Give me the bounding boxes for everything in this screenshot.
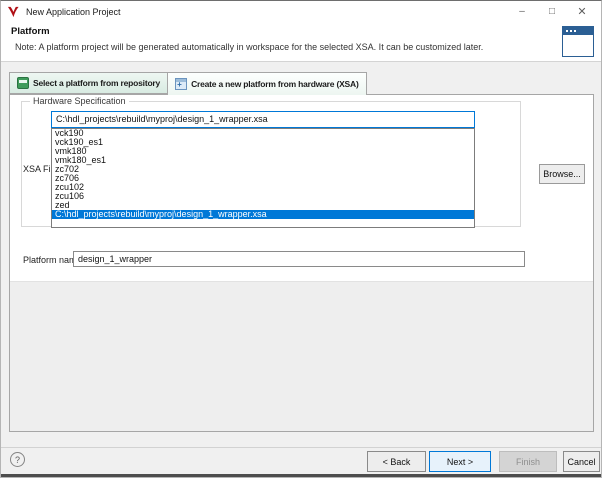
xsa-dropdown-item[interactable]: zcu106 [52, 192, 474, 201]
page-title: Platform [11, 26, 50, 37]
back-button[interactable]: < Back [367, 451, 426, 472]
xsa-dropdown-item[interactable]: zc702 [52, 165, 474, 174]
window-title: New Application Project [26, 7, 121, 17]
tab-label: Create a new platform from hardware (XSA… [191, 79, 359, 89]
xilinx-logo-icon [7, 5, 20, 18]
window-controls: – □ ✕ [507, 1, 597, 22]
create-platform-panel: Hardware Specification XSA File: C:\hdl_… [9, 94, 594, 432]
new-application-project-dialog: New Application Project – □ ✕ Platform N… [0, 0, 602, 478]
tab-create-platform-from-xsa[interactable]: Create a new platform from hardware (XSA… [167, 72, 367, 95]
help-button[interactable]: ? [10, 452, 25, 467]
xsa-dropdown-item[interactable]: vck190_es1 [52, 138, 474, 147]
next-button[interactable]: Next > [429, 451, 491, 472]
xsa-dropdown-item[interactable]: vmk180_es1 [52, 156, 474, 165]
cancel-button[interactable]: Cancel [563, 451, 600, 472]
browse-button[interactable]: Browse... [539, 164, 585, 184]
platform-source-tabs: Select a platform from repository Create… [9, 72, 367, 95]
tab-select-platform-from-repository[interactable]: Select a platform from repository [9, 72, 167, 94]
page-note: Note: A platform project will be generat… [15, 42, 483, 52]
finish-button: Finish [499, 451, 557, 472]
xsa-dropdown-item-selected[interactable]: C:\hdl_projects\rebuild\myproj\design_1_… [52, 210, 474, 219]
minimize-icon[interactable]: – [507, 1, 537, 22]
banner-dot [574, 30, 576, 32]
xsa-dropdown-item[interactable]: vmk180 [52, 147, 474, 156]
close-icon[interactable]: ✕ [567, 1, 597, 22]
tab-label: Select a platform from repository [33, 78, 160, 88]
xsa-dropdown-item[interactable]: zc706 [52, 174, 474, 183]
new-hardware-platform-icon [175, 78, 187, 90]
platform-repository-icon [17, 77, 29, 89]
xsa-file-combobox[interactable]: C:\hdl_projects\rebuild\myproj\design_1_… [51, 111, 475, 128]
xsa-file-dropdown-list: vck190 vck190_es1 vmk180 vmk180_es1 zc70… [51, 128, 475, 228]
maximize-icon[interactable]: □ [537, 1, 567, 22]
banner-dot [566, 30, 568, 32]
title-bar: New Application Project – □ ✕ [1, 1, 601, 22]
wizard-header: Platform Note: A platform project will b… [1, 22, 601, 62]
footer-separator [1, 447, 601, 448]
panel-background [10, 281, 593, 431]
window-bottom-edge [1, 474, 601, 478]
platform-name-input[interactable]: design_1_wrapper [73, 251, 525, 267]
wizard-banner-window-icon [562, 26, 594, 57]
xsa-dropdown-item[interactable]: vck190 [52, 129, 474, 138]
banner-dot [570, 30, 572, 32]
group-label: Hardware Specification [30, 96, 129, 106]
xsa-dropdown-item[interactable]: zcu102 [52, 183, 474, 192]
